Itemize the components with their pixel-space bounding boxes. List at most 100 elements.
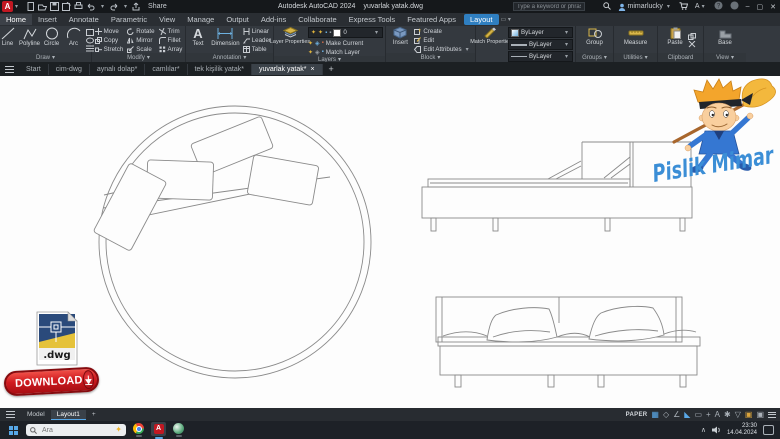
clean-screen-icon[interactable]: ▣ [756, 410, 764, 419]
edit-block-button[interactable]: Edit [414, 36, 470, 44]
group-button[interactable]: Group [585, 27, 605, 53]
rotate-button[interactable]: Rotate [127, 27, 155, 35]
help-search-input[interactable] [513, 2, 585, 11]
file-tab-camlilar[interactable]: camlılar* [145, 63, 188, 75]
stretch-button[interactable]: Stretch [94, 45, 123, 53]
share-icon[interactable] [132, 2, 141, 11]
table-button[interactable]: Table [242, 45, 271, 53]
ribbon-tab-addins[interactable]: Add-ins [255, 14, 292, 25]
ribbon-tab-insert[interactable]: Insert [32, 14, 63, 25]
grid-icon[interactable]: ▦ [651, 410, 659, 419]
polyline-button[interactable]: Polyline [19, 27, 40, 53]
paper-space-label[interactable]: PAPER [626, 412, 648, 418]
clipboard-extra-tools[interactable] [688, 27, 696, 53]
start-button[interactable] [9, 425, 18, 435]
paste-button[interactable]: Paste [665, 27, 685, 53]
panel-label-view[interactable]: View ▾ [704, 53, 746, 62]
panel-label-modify[interactable]: Modify ▾ [92, 53, 185, 62]
base-view-button[interactable]: Base [715, 27, 735, 53]
taskbar-search-input[interactable] [40, 425, 104, 435]
match-properties-button[interactable]: Match Properties [470, 27, 512, 62]
close-tab-icon[interactable]: × [310, 66, 314, 73]
drawing-area[interactable]: Pislik Mimar .dwg DOWNLOAD [0, 76, 780, 408]
qat-customize-caret-icon[interactable]: ▾ [124, 3, 127, 10]
panel-label-clipboard[interactable]: Clipboard [658, 53, 703, 62]
app-menu-button[interactable]: A [2, 1, 13, 12]
linetype-dropdown[interactable]: ByLayer ▾ [508, 51, 573, 62]
app-store-cart-icon[interactable] [679, 1, 689, 12]
isolate-icon[interactable]: ▽ [735, 410, 741, 419]
insert-block-button[interactable]: Insert [390, 27, 410, 53]
panel-label-annotation[interactable]: Annotation ▾ [186, 53, 273, 62]
account-menu[interactable]: mimarlucky ▾ [618, 3, 672, 11]
arc-button[interactable]: Arc [64, 27, 84, 53]
speaker-icon[interactable] [711, 426, 721, 434]
notification-bell-icon[interactable] [730, 1, 739, 12]
ribbon-tab-layout[interactable]: Layout [463, 14, 499, 25]
ribbon-display-caret-icon[interactable]: ▭ ▾ [501, 16, 511, 23]
ribbon-tab-express-tools[interactable]: Express Tools [343, 14, 402, 25]
ribbon-tab-annotate[interactable]: Annotate [63, 14, 105, 25]
panel-label-groups[interactable]: Groups ▾ [576, 53, 613, 62]
minimize-button[interactable]: – [746, 3, 750, 10]
app-menu-caret-icon[interactable]: ▾ [15, 3, 18, 10]
taskbar-app3[interactable] [173, 423, 184, 437]
search-icon[interactable] [602, 1, 611, 12]
measure-button[interactable]: Measure [624, 27, 647, 53]
layer-dropdown[interactable]: ✦ ✦ ▪ ▪ 0 ▾ [308, 27, 383, 38]
hardware-accel-icon[interactable]: ▣ [745, 410, 753, 419]
array-button[interactable]: Array [159, 45, 182, 53]
autodesk-apps-icon[interactable]: A ▾ [695, 3, 707, 10]
color-dropdown[interactable]: ByLayer ▾ [508, 27, 573, 38]
taskbar-clock[interactable]: 23:30 14.04.2024 [727, 423, 757, 437]
ribbon-tab-manage[interactable]: Manage [181, 14, 220, 25]
help-icon[interactable]: ? [714, 1, 723, 12]
panel-label-draw[interactable]: Draw ▾ [0, 53, 91, 62]
ribbon-tab-home[interactable]: Home [0, 14, 33, 25]
snap-icon[interactable]: ◇ [663, 410, 669, 419]
file-tab-yuvarlak-yatak[interactable]: yuvarlak yatak* × [251, 63, 323, 75]
copy-button[interactable]: Copy [94, 36, 124, 44]
edit-attributes-button[interactable]: Edit Attributes ▾ [414, 45, 470, 53]
maximize-button[interactable]: ▢ [757, 3, 764, 11]
new-layout-button[interactable]: + [86, 410, 102, 419]
ribbon-tab-output[interactable]: Output [220, 14, 255, 25]
create-block-button[interactable]: Create [414, 27, 470, 35]
taskbar-search[interactable]: ✦ [26, 424, 126, 436]
undo-caret-icon[interactable]: ▾ [101, 3, 104, 10]
layout1-tab[interactable]: Layout1 [50, 409, 86, 420]
make-current-button[interactable]: ✦ ◈ ▪ Make Current [308, 39, 383, 47]
notification-center-icon[interactable] [763, 425, 774, 435]
file-tab-tek-kisilik-yatak[interactable]: tek kişilik yatak* [188, 63, 252, 75]
line-button[interactable]: Line [0, 27, 18, 53]
circle-button[interactable]: Circle [42, 27, 62, 53]
crosshair-icon[interactable]: + [706, 410, 711, 419]
undo-icon[interactable] [86, 2, 96, 11]
linear-button[interactable]: Linear [243, 27, 271, 35]
workspace-gear-icon[interactable]: ✱ [724, 410, 731, 419]
new-drawing-button[interactable]: + [329, 64, 334, 74]
new-file-icon[interactable] [26, 2, 35, 11]
layout-menu-icon[interactable] [6, 411, 15, 418]
panel-label-utilities[interactable]: Utilities ▾ [614, 53, 657, 62]
save-icon[interactable] [50, 2, 60, 11]
annotation-scale-icon[interactable]: A [715, 410, 720, 419]
tray-expand-icon[interactable]: ∧ [701, 426, 706, 434]
leader-button[interactable]: Leader [242, 36, 271, 44]
ribbon-tab-parametric[interactable]: Parametric [105, 14, 153, 25]
customization-menu-icon[interactable] [768, 411, 776, 418]
text-button[interactable]: A Text [188, 27, 208, 53]
trim-button[interactable]: Trim [158, 27, 183, 35]
fillet-button[interactable]: Fillet [158, 36, 183, 44]
file-tab-cim-dwg[interactable]: cim-dwg [49, 63, 90, 75]
osnap-icon[interactable]: ▭ [694, 410, 702, 419]
ribbon-tab-featured-apps[interactable]: Featured Apps [401, 14, 462, 25]
download-button[interactable]: DOWNLOAD [3, 366, 100, 397]
panel-label-block[interactable]: Block ▾ [386, 53, 475, 62]
plot-icon[interactable] [74, 2, 83, 11]
file-tabs-menu-icon[interactable] [5, 65, 14, 73]
scale-button[interactable]: Scale [127, 45, 154, 53]
match-layer-button[interactable]: ✦ ◈ ▪ Match Layer [308, 48, 383, 56]
redo-icon[interactable] [109, 2, 119, 11]
ortho-icon[interactable]: ∠ [673, 410, 680, 419]
